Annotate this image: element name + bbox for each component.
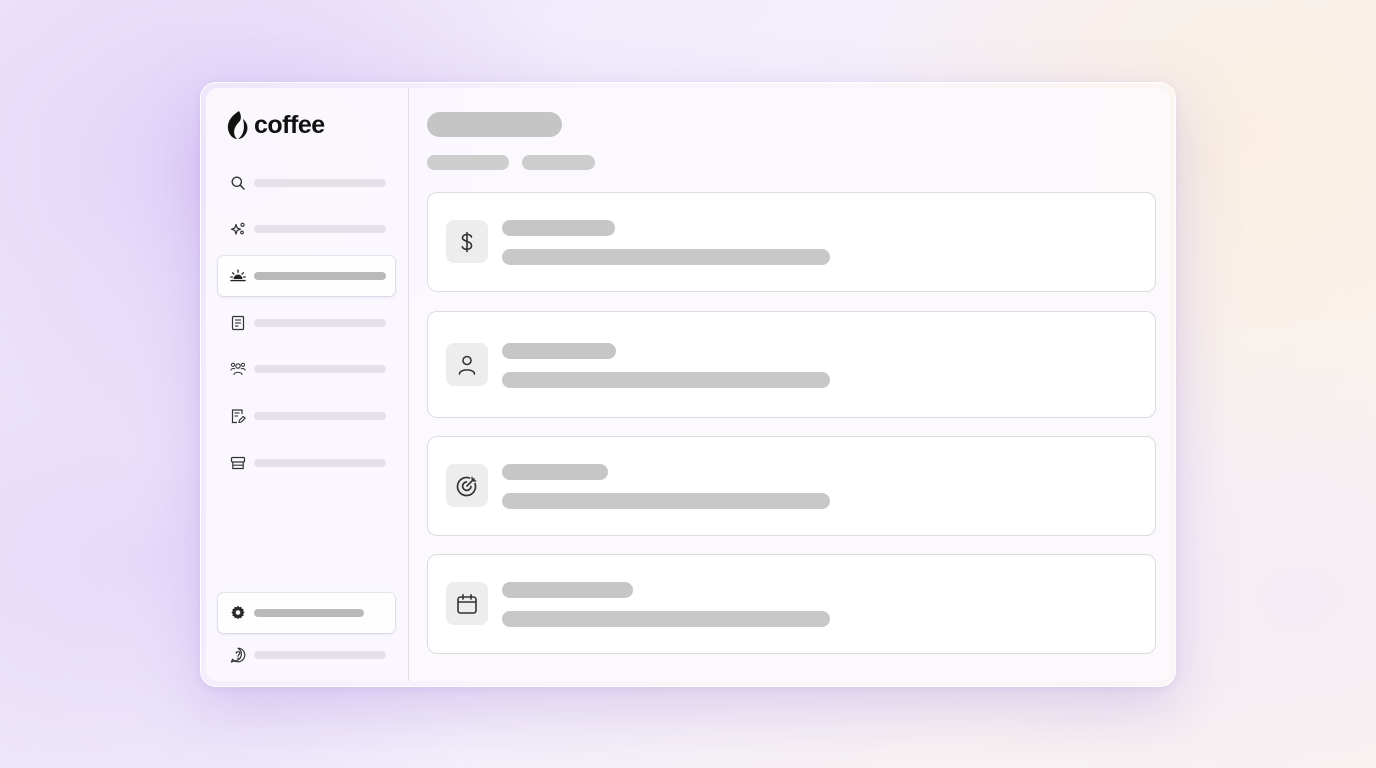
card-title-placeholder bbox=[502, 582, 633, 598]
page-title-placeholder bbox=[427, 112, 562, 137]
sidebar-item-help[interactable] bbox=[218, 635, 395, 675]
target-icon bbox=[446, 464, 488, 507]
sidebar-item-label-placeholder bbox=[254, 225, 386, 233]
card-description-placeholder bbox=[502, 611, 830, 627]
card-title-placeholder bbox=[502, 343, 616, 359]
storefront-icon bbox=[230, 455, 246, 471]
card-title-placeholder bbox=[502, 220, 615, 236]
calendar-icon bbox=[446, 582, 488, 625]
card-calendar[interactable] bbox=[427, 554, 1156, 654]
sidebar-item-people[interactable] bbox=[218, 349, 395, 389]
sidebar-item-label-placeholder bbox=[254, 609, 364, 617]
card-description-placeholder bbox=[502, 249, 830, 265]
sidebar-item-label-placeholder bbox=[254, 319, 386, 327]
dollar-icon bbox=[446, 220, 488, 263]
app-window-inner: coffee bbox=[206, 88, 1170, 681]
document-edit-icon bbox=[230, 408, 246, 424]
brand-name: coffee bbox=[254, 110, 325, 139]
receipt-icon bbox=[230, 315, 246, 331]
sidebar-item-sunrise[interactable] bbox=[218, 256, 395, 296]
card-description-placeholder bbox=[502, 493, 830, 509]
card-title-placeholder bbox=[502, 464, 608, 480]
breadcrumb-placeholder bbox=[522, 155, 595, 170]
coffee-bean-flame-icon bbox=[226, 110, 250, 140]
card-user[interactable] bbox=[427, 311, 1156, 418]
main-content bbox=[409, 88, 1170, 681]
people-icon bbox=[230, 361, 246, 377]
settings-gear-icon bbox=[230, 605, 246, 621]
breadcrumb-placeholder bbox=[427, 155, 509, 170]
sidebar-item-label-placeholder bbox=[254, 651, 386, 659]
sidebar-item-search[interactable] bbox=[218, 163, 395, 203]
search-icon bbox=[230, 175, 246, 191]
sidebar-item-document-edit[interactable] bbox=[218, 396, 395, 436]
app-window: coffee bbox=[200, 82, 1176, 687]
sparkles-icon bbox=[230, 221, 246, 237]
sidebar-item-storefront[interactable] bbox=[218, 443, 395, 483]
card-description-placeholder bbox=[502, 372, 830, 388]
sidebar-item-label-placeholder bbox=[254, 412, 386, 420]
sidebar-item-sparkles[interactable] bbox=[218, 209, 395, 249]
sidebar-item-label-placeholder bbox=[254, 459, 386, 467]
sunrise-icon bbox=[230, 268, 246, 284]
brand-logo[interactable]: coffee bbox=[226, 108, 325, 142]
sidebar-item-label-placeholder bbox=[254, 272, 386, 280]
sidebar-item-label-placeholder bbox=[254, 365, 386, 373]
sidebar-item-label-placeholder bbox=[254, 179, 386, 187]
card-target[interactable] bbox=[427, 436, 1156, 536]
sidebar-item-receipt[interactable] bbox=[218, 303, 395, 343]
sidebar-item-settings[interactable] bbox=[218, 593, 395, 633]
sidebar: coffee bbox=[206, 88, 409, 681]
card-dollar[interactable] bbox=[427, 192, 1156, 292]
help-circle-icon bbox=[230, 647, 246, 663]
user-icon bbox=[446, 343, 488, 386]
